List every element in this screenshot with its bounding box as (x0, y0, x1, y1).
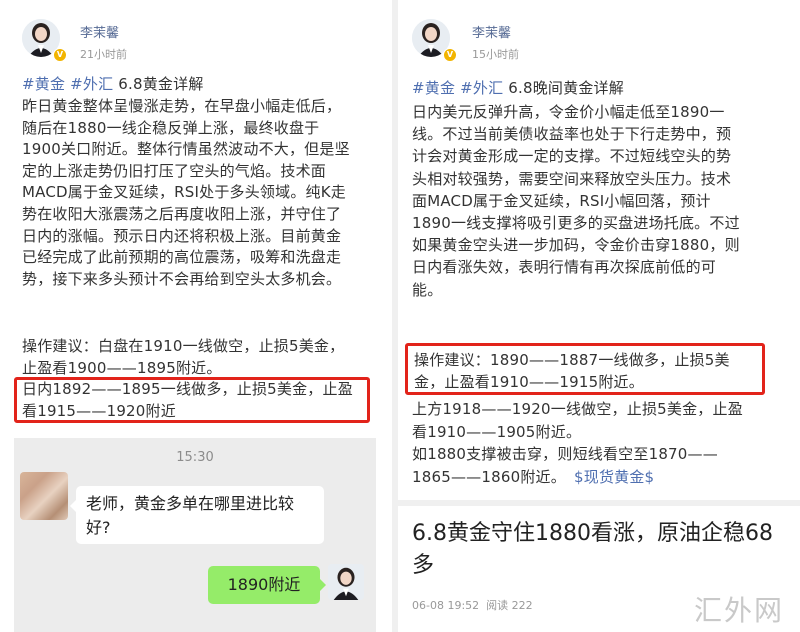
post-time: 21小时前 (80, 48, 127, 61)
hashtag-gold-right[interactable]: #黄金 (412, 79, 455, 97)
post-body-right: 日内美元反弹升高，令金价小幅走低至1890一 线。不过当前美债收益率也处于下行走… (412, 103, 740, 299)
hashtag-forex-right[interactable]: #外汇 (460, 79, 503, 97)
hashtag-forex[interactable]: #外汇 (70, 75, 113, 93)
left-post-panel: V 李茉馨 21小时前 #黄金 #外汇 6.8黄金详解 昨日黄金整体呈慢涨走势，… (0, 0, 392, 632)
post-time-right: 15小时前 (472, 48, 519, 61)
article-date: 06-08 19:52 (412, 599, 480, 612)
article-reads: 阅读 222 (486, 599, 533, 612)
highlight-box-right (405, 343, 765, 395)
article-meta: 06-08 19:52 阅读 222 (412, 597, 533, 613)
post-title-line: #黄金 #外汇 6.8黄金详解 (22, 74, 204, 96)
sender-avatar (328, 564, 364, 600)
incoming-message: 老师，黄金多单在哪里进比较好? (70, 486, 324, 544)
outgoing-message: 1890附近 (208, 566, 326, 604)
post-title: 6.8黄金详解 (118, 75, 204, 93)
username-right[interactable]: 李茉馨 (472, 22, 511, 41)
post-title-line-right: #黄金 #外汇 6.8晚间黄金详解 (412, 78, 624, 100)
hashtag-spot-gold[interactable]: $现货黄金$ (574, 466, 654, 489)
post-title-right: 6.8晚间黄金详解 (508, 79, 624, 97)
verified-badge-icon: V (53, 48, 67, 62)
chat-timestamp: 15:30 (176, 450, 214, 465)
post-body: 昨日黄金整体呈慢涨走势，在早盘小幅走低后， 随后在1880一线企稳反弹上涨，最终… (22, 97, 350, 288)
highlight-box (14, 377, 370, 423)
username[interactable]: 李茉馨 (80, 22, 119, 41)
blurred-avatar (20, 472, 68, 520)
hashtag-gold[interactable]: #黄金 (22, 75, 65, 93)
article-headline[interactable]: 6.8黄金守住1880看涨，原油企稳68多 (412, 518, 782, 582)
section-divider (398, 500, 800, 506)
watermark-logo: 汇外网 (694, 594, 785, 627)
verified-badge-icon-right: V (443, 48, 457, 62)
